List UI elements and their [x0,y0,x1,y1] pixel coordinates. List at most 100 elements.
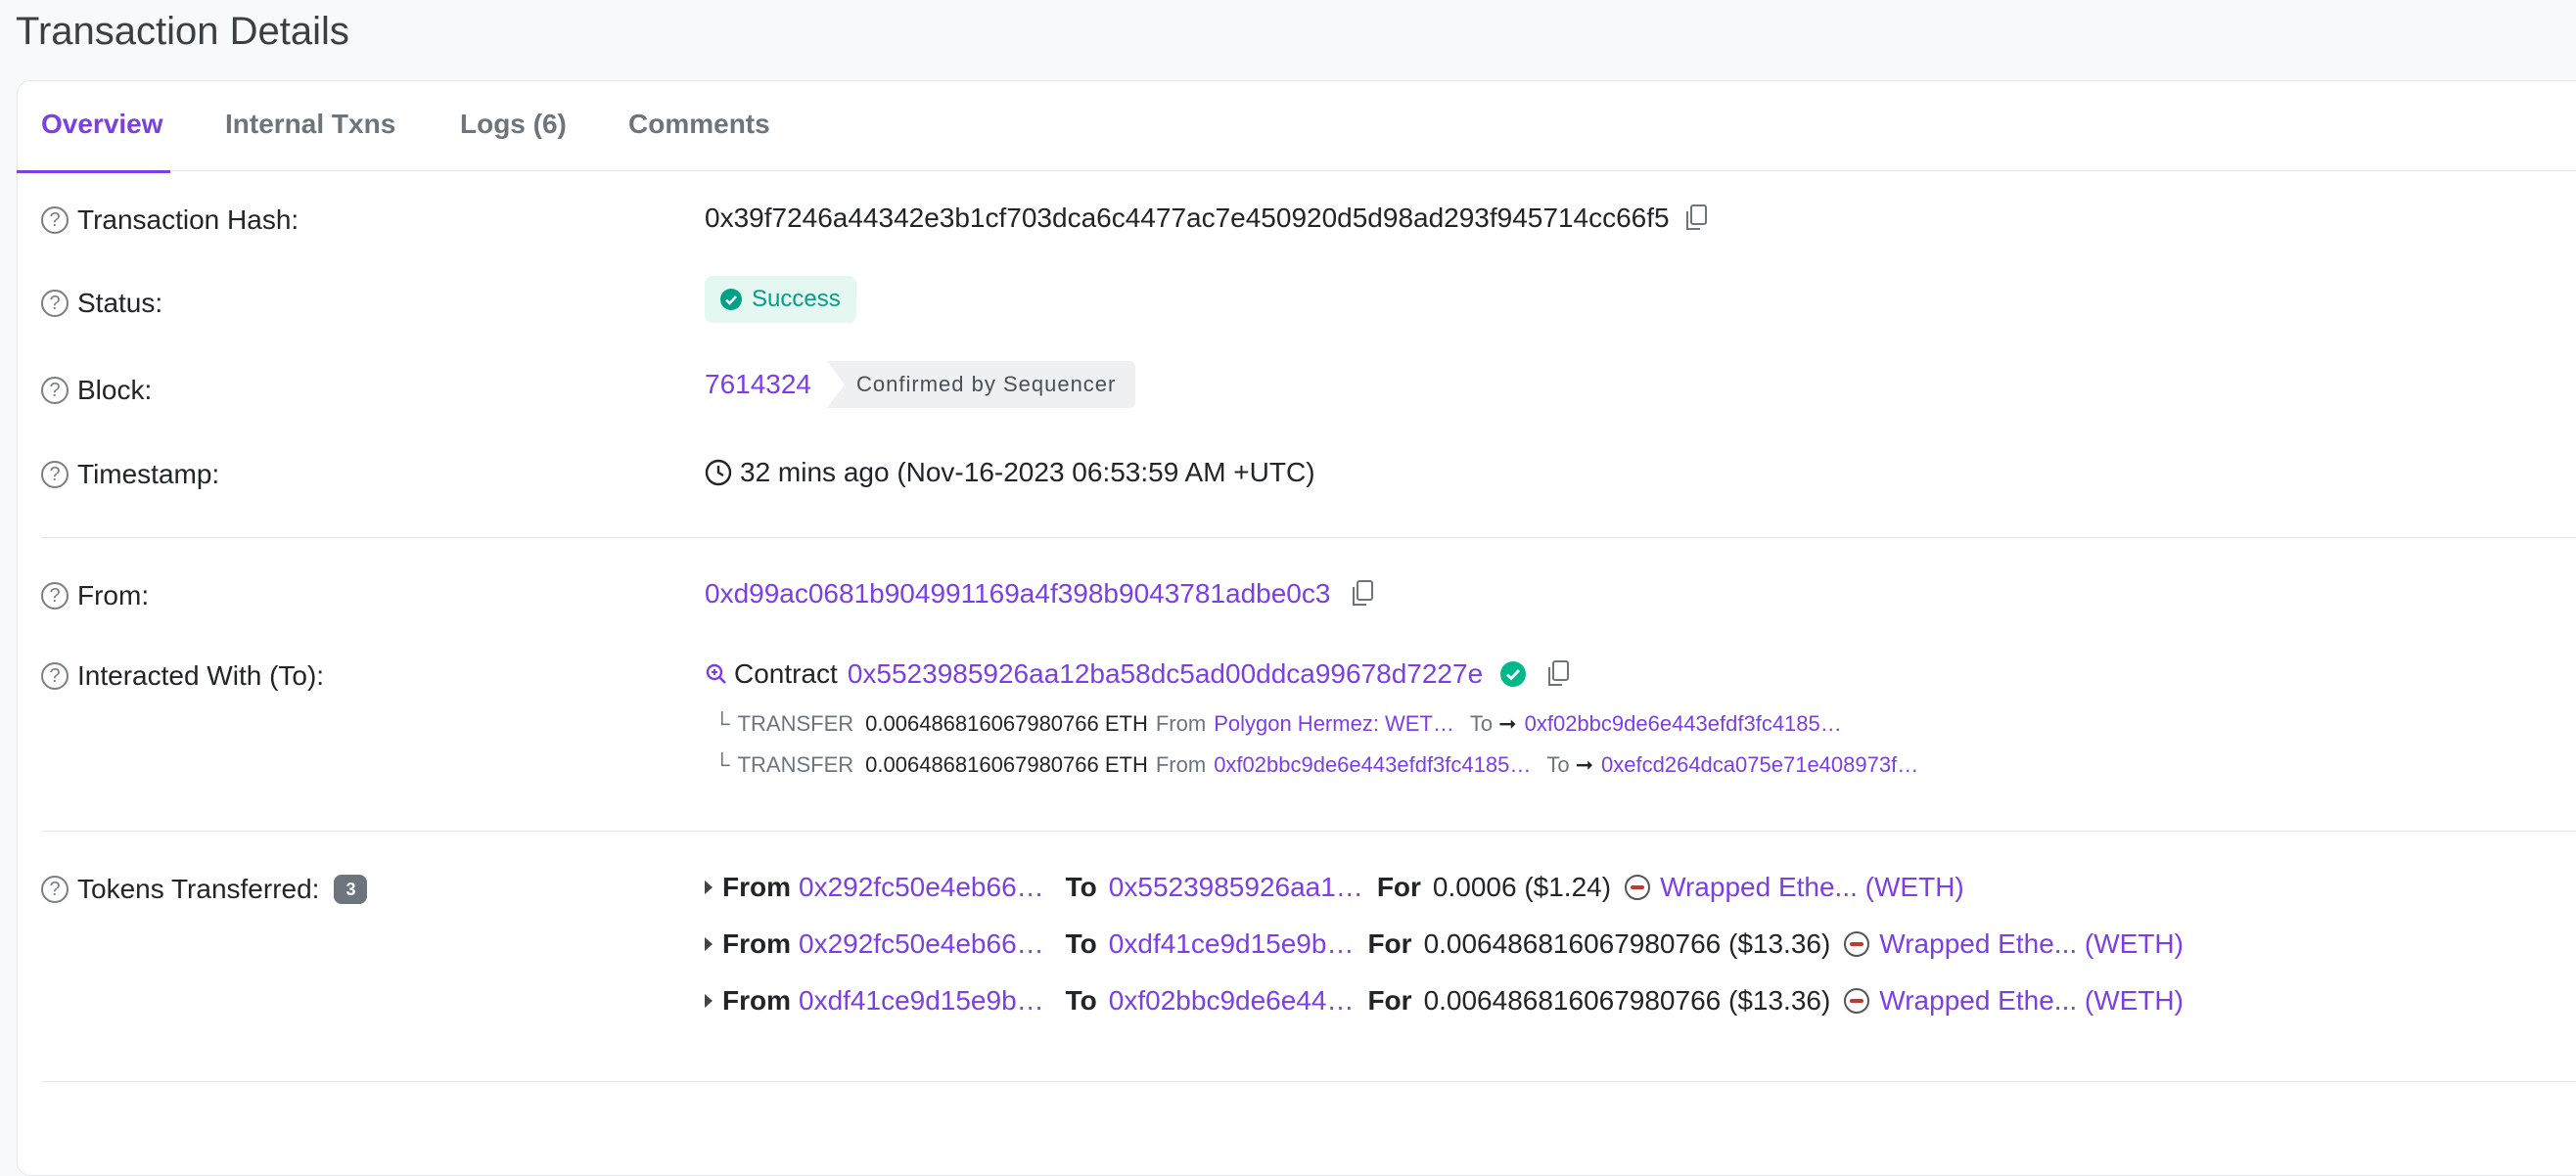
tx-hash-value-group: 0x39f7246a44342e3b1cf703dca6c4477ac7e450… [705,203,1709,234]
internal-transfer-row: └ TRANSFER 0.006486816067980766 ETH From… [714,752,1918,778]
transfer-amount: 0.006486816067980766 ETH [865,711,1148,736]
token-name-link[interactable]: Wrapped Ethe... (WETH) [1660,872,1964,903]
timestamp-value: 32 mins ago (Nov-16-2023 06:53:59 AM +UT… [740,457,1315,487]
block-number-link[interactable]: 7614324 [705,369,811,400]
token-transfer-row[interactable]: From 0x292fc50e4eb66… To 0xdf41ce9d15e9b… [705,928,2184,960]
token-from-link[interactable]: 0x292fc50e4eb66… [799,928,1044,960]
question-circle-icon[interactable]: ? [41,662,69,690]
transfer-to-link[interactable]: 0xf02bbc9de6e443efdf3fc4185… [1525,711,1842,737]
token-to-label: To [1065,928,1097,959]
arrow-right-icon: ➞ [1498,711,1517,736]
caret-right-icon[interactable] [705,937,713,951]
transfer-from-link[interactable]: Polygon Hermez: WET… [1214,711,1454,737]
timestamp-label-group: ? Timestamp: [41,459,219,490]
from-label: From: [77,580,150,611]
weth-token-icon [1625,875,1651,900]
interacted-with-row: ? Interacted With (To): Contract 0x55239… [18,655,2576,811]
tab-overview[interactable]: Overview [17,81,170,173]
page-title: Transaction Details [16,10,349,53]
transaction-card: Overview Internal Txns Logs (6) Comments… [17,80,2576,1176]
token-to-label: To [1065,872,1097,902]
from-value-group: 0xd99ac0681b904991169a4f398b9043781adbe0… [705,578,1375,610]
tree-branch-icon: └ [714,752,730,777]
transfer-type: TRANSFER [737,752,854,777]
block-label: Block: [77,375,153,405]
interacted-label-group: ? Interacted With (To): [41,660,324,692]
tx-hash-label-group: ? Transaction Hash: [41,204,299,236]
copy-icon[interactable] [1683,204,1709,233]
tokens-label: Tokens Transferred: [77,874,320,904]
caret-right-icon[interactable] [705,994,713,1008]
token-for-label: For [1367,985,1412,1016]
tab-logs[interactable]: Logs (6) [460,81,567,171]
token-from-label: From [722,872,791,902]
section-divider [41,537,2576,538]
token-to-link[interactable]: 0xf02bbc9de6e44… [1109,985,1355,1017]
tx-hash-row: ? Transaction Hash: 0x39f7246a44342e3b1c… [18,199,2576,248]
question-circle-icon[interactable]: ? [41,206,69,234]
check-circle-icon [720,289,742,310]
copy-icon[interactable] [1545,659,1571,689]
token-count-badge: 3 [334,875,368,904]
section-divider [41,831,2576,832]
transfer-to-link[interactable]: 0xefcd264dca075e71e408973f… [1601,752,1918,778]
tx-hash-label: Transaction Hash: [77,204,299,235]
token-transfer-row[interactable]: From 0xdf41ce9d15e9b… To 0xf02bbc9de6e44… [705,985,2184,1017]
token-to-link[interactable]: 0xdf41ce9d15e9b… [1109,928,1355,960]
token-from-link[interactable]: 0xdf41ce9d15e9b… [799,985,1044,1017]
confirmation-badge: Confirmed by Sequencer [827,361,1136,408]
copy-icon[interactable] [1350,579,1375,609]
transfer-from-label: From [1155,711,1207,736]
interacted-value-group: Contract 0x5523985926aa12ba58dc5ad00ddca… [705,658,1571,690]
tree-branch-icon: └ [714,711,730,736]
weth-token-icon [1844,931,1870,957]
from-row: ? From: 0xd99ac0681b904991169a4f398b9043… [18,574,2576,623]
block-value-group: 7614324 Confirmed by Sequencer [705,361,1136,408]
tab-internal-txns[interactable]: Internal Txns [225,81,395,171]
token-transfer-row[interactable]: From 0x292fc50e4eb66… To 0x5523985926aa1… [705,872,1964,903]
clock-icon [705,459,732,486]
from-address-link[interactable]: 0xd99ac0681b904991169a4f398b9043781adbe0… [705,578,1330,610]
token-from-label: From [722,928,791,959]
block-label-group: ? Block: [41,375,152,406]
timestamp-value-group: 32 mins ago (Nov-16-2023 06:53:59 AM +UT… [705,457,1315,488]
contract-address-link[interactable]: 0x5523985926aa12ba58dc5ad00ddca99678d722… [848,658,1483,690]
timestamp-row: ? Timestamp: 32 mins ago (Nov-16-2023 06… [18,453,2576,502]
token-for-label: For [1376,872,1421,902]
question-circle-icon[interactable]: ? [41,377,69,404]
caret-right-icon[interactable] [705,881,713,894]
question-circle-icon[interactable]: ? [41,582,69,610]
arrow-right-icon: ➞ [1575,752,1594,777]
verified-check-icon [1500,661,1527,687]
status-badge: Success [705,276,856,323]
tokens-transferred-row: ? Tokens Transferred: 3 From 0x292fc50e4… [18,868,2576,1054]
token-from-link[interactable]: 0x292fc50e4eb66… [799,872,1044,903]
token-to-link[interactable]: 0x5523985926aa1… [1109,872,1363,903]
token-name-link[interactable]: Wrapped Ethe... (WETH) [1879,985,2184,1017]
transfer-to-label: To [1469,711,1494,736]
timestamp-label: Timestamp: [77,459,220,489]
contract-prefix: Contract [734,658,838,689]
token-from-label: From [722,985,791,1016]
transfer-amount: 0.006486816067980766 ETH [865,752,1148,777]
tab-comments[interactable]: Comments [628,81,770,171]
transfer-to-label: To [1546,752,1570,777]
token-amount: 0.006486816067980766 ($13.36) [1423,985,1831,1016]
interacted-label: Interacted With (To): [77,660,325,691]
question-circle-icon[interactable]: ? [41,290,69,317]
question-circle-icon[interactable]: ? [41,461,69,488]
token-for-label: For [1367,928,1412,959]
from-label-group: ? From: [41,580,149,611]
tx-hash-value: 0x39f7246a44342e3b1cf703dca6c4477ac7e450… [705,203,1670,233]
status-value: Success [752,286,841,312]
block-row: ? Block: 7614324 Confirmed by Sequencer [18,361,2576,418]
token-to-label: To [1065,985,1097,1016]
magnifier-contract-icon [706,663,726,684]
internal-transfer-row: └ TRANSFER 0.006486816067980766 ETH From… [714,711,1842,737]
question-circle-icon[interactable]: ? [41,876,69,903]
status-value-group: Success [705,276,856,323]
weth-token-icon [1844,988,1870,1014]
transfer-from-link[interactable]: 0xf02bbc9de6e443efdf3fc4185… [1214,752,1531,778]
token-name-link[interactable]: Wrapped Ethe... (WETH) [1879,928,2184,960]
status-row: ? Status: Success [18,276,2576,331]
